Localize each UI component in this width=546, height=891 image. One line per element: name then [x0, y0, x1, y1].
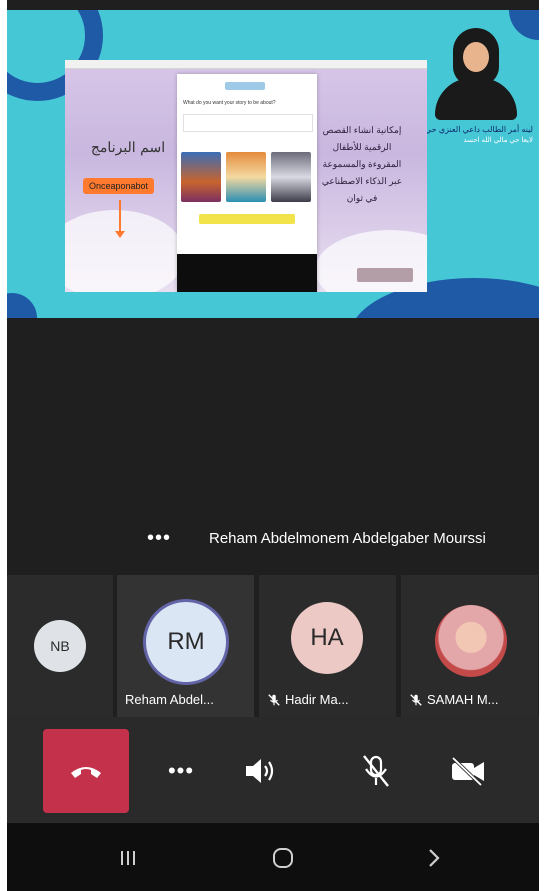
- story-thumbnail: [271, 152, 311, 202]
- slide-arabic-text: إمكانية انشاء القصص الرقمية للأطفال المق…: [321, 125, 403, 203]
- presenter-caption-line1: لينه أمر الطالب داعي العنزي حي: [425, 125, 533, 134]
- story-thumbnail: [226, 152, 266, 202]
- program-name-label: اسم البرنامج: [90, 140, 166, 156]
- decor-circle: [7, 293, 37, 318]
- cloud: [315, 230, 427, 292]
- recent-apps-icon: [121, 851, 135, 865]
- avatar-photo: [435, 605, 507, 677]
- presentation-slide: اسم البرنامج Onceaponabot What do you wa…: [65, 60, 427, 292]
- more-options-button[interactable]: •••: [147, 528, 171, 548]
- back-icon: [429, 849, 440, 867]
- app-name-tag: Onceaponabot: [83, 178, 155, 194]
- android-nav-bar: [7, 823, 539, 891]
- home-icon: [273, 848, 293, 868]
- mic-off-icon: [410, 693, 422, 706]
- participant-tile-samah[interactable]: SAMAH M...: [401, 575, 538, 717]
- camera-toggle-button[interactable]: [444, 747, 492, 795]
- mini-card: [357, 268, 413, 282]
- phone-hangup-icon: [71, 767, 101, 778]
- speaker-button[interactable]: [237, 747, 285, 795]
- back-button[interactable]: [417, 841, 451, 875]
- story-thumbnail: [181, 152, 221, 202]
- participants-strip: NB RM Reham Abdel... HA Hadir Ma... SAMA…: [7, 575, 539, 717]
- participant-tile-rm[interactable]: RM Reham Abdel...: [117, 575, 254, 717]
- call-controls: •••: [7, 717, 539, 823]
- mic-off-icon: [268, 693, 280, 706]
- cloud: [65, 210, 185, 292]
- presenter-caption: لينه أمر الطالب داعي العنزي حي لايعا حي …: [413, 124, 533, 146]
- avatar-initials: NB: [50, 638, 70, 654]
- mic-toggle-button[interactable]: [352, 747, 400, 795]
- teams-call-screen: لينه أمر الطالب داعي العنزي حي لايعا حي …: [7, 0, 539, 891]
- participant-name: Reham Abdel...: [125, 692, 214, 707]
- participant-name-label: Hadir Ma...: [285, 692, 349, 707]
- web-footer-panel: [177, 254, 317, 292]
- home-button[interactable]: [266, 841, 300, 875]
- participant-name: SAMAH M...: [409, 692, 499, 707]
- camera-off-icon: [451, 756, 484, 786]
- presenter-caption-line2: لايعا حي مالي الله احسد: [463, 137, 533, 144]
- avatar-initials: RM: [167, 628, 205, 655]
- arrow-down-icon: [115, 200, 125, 238]
- more-actions-button[interactable]: •••: [157, 747, 205, 795]
- participant-name-label: Reham Abdel...: [125, 692, 214, 707]
- avatar: HA: [291, 602, 363, 674]
- web-create-button: [199, 214, 295, 224]
- active-speaker-bar: ••• Reham Abdelmonem Abdelgaber Mourssi: [7, 528, 539, 552]
- active-speaker-name: Reham Abdelmonem Abdelgaber Mourssi: [209, 530, 486, 547]
- participant-tile-ha[interactable]: HA Hadir Ma...: [259, 575, 396, 717]
- hangup-button[interactable]: [43, 729, 129, 813]
- participant-name: Hadir Ma...: [267, 692, 349, 707]
- avatar: NB: [34, 620, 86, 672]
- website-preview: What do you want your story to be about?: [177, 74, 317, 292]
- speaker-icon: [246, 759, 274, 783]
- web-question: What do you want your story to be about?: [183, 100, 276, 106]
- avatar-initials: HA: [310, 624, 344, 651]
- browser-toolbar: [65, 60, 427, 69]
- avatar: RM: [146, 602, 226, 682]
- participant-tile-nb[interactable]: NB: [7, 575, 113, 717]
- presenter-avatar: [431, 28, 521, 120]
- mic-off-icon: [363, 755, 389, 787]
- participant-name-label: SAMAH M...: [427, 692, 499, 707]
- web-nav-button: [225, 82, 265, 90]
- recent-apps-button[interactable]: [111, 841, 145, 875]
- shared-screen[interactable]: لينه أمر الطالب داعي العنزي حي لايعا حي …: [7, 10, 539, 318]
- web-input-field: [183, 114, 313, 132]
